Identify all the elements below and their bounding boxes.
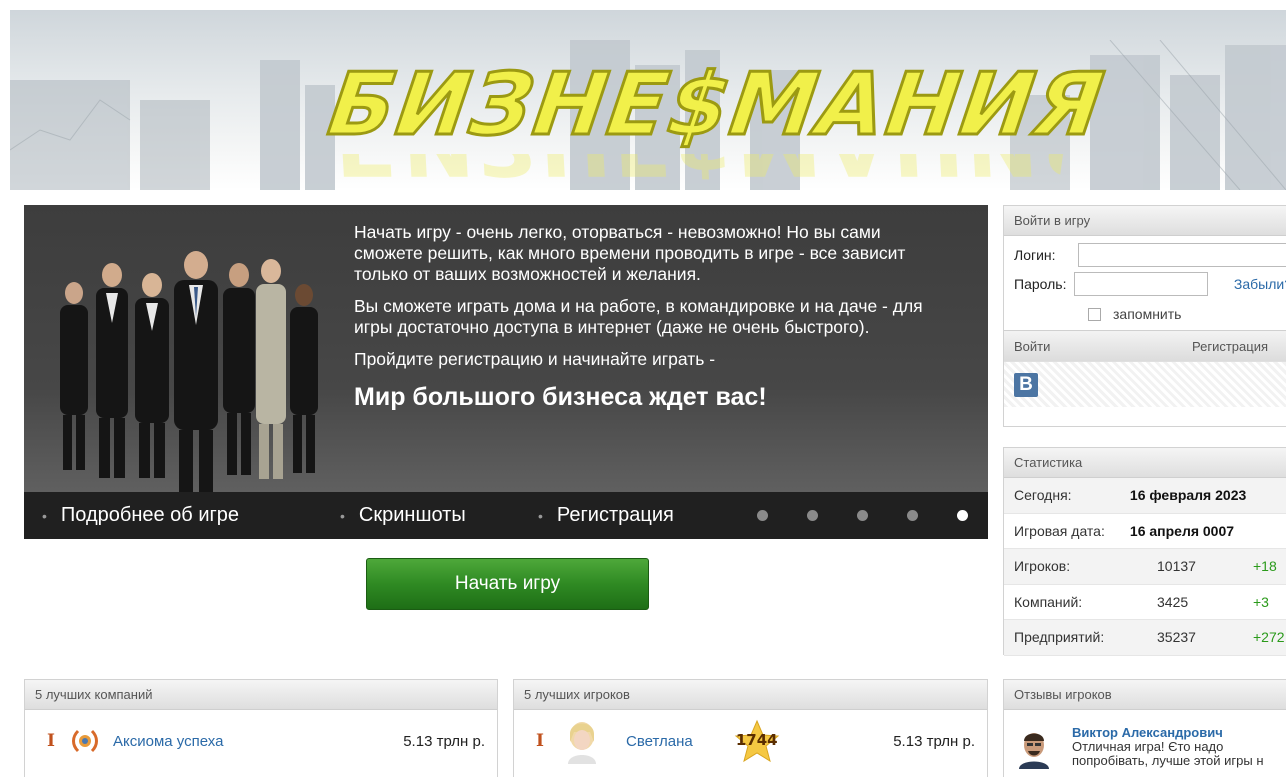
login-panel-title: Войти в игру bbox=[1004, 206, 1286, 236]
top-companies-title: 5 лучших компаний bbox=[25, 680, 497, 710]
login-actions: Войти Регистрация bbox=[1004, 330, 1286, 361]
social-login-bar: B bbox=[1004, 361, 1286, 407]
nav-about-game[interactable]: • Подробнее об игре bbox=[42, 504, 318, 527]
stat-value: 35237 bbox=[1157, 629, 1196, 646]
stat-label: Компаний: bbox=[1014, 593, 1083, 610]
stat-value: 10137 bbox=[1157, 558, 1196, 575]
review-text: Отличная игра! Єто надо попробівать, луч… bbox=[1072, 739, 1264, 768]
rank-badge: I bbox=[47, 731, 55, 751]
logo-reflection: БИЗНЕ$МАНИЯ bbox=[327, 154, 1063, 190]
stat-value: 16 апреля 0007 bbox=[1129, 522, 1235, 539]
list-item: I Аксиома успеха 5.13 трлн р. bbox=[25, 710, 497, 772]
remember-checkbox[interactable] bbox=[1088, 307, 1101, 321]
bullet-icon: • bbox=[42, 507, 47, 524]
promo-paragraph-1: Начать игру - очень легко, оторваться - … bbox=[354, 222, 906, 284]
site-header: БИЗНЕ$МАНИЯ БИЗНЕ$МАНИЯ bbox=[10, 10, 1286, 190]
reviewer-avatar bbox=[1019, 733, 1049, 769]
password-input[interactable] bbox=[1074, 271, 1208, 296]
promo-paragraph-3: Пройдите регистрацию и начинайте играть … bbox=[354, 349, 716, 369]
slide-dot-5[interactable] bbox=[957, 510, 968, 521]
slide-dot-4[interactable] bbox=[907, 510, 918, 521]
slide-dot-2[interactable] bbox=[807, 510, 818, 521]
stat-value: 16 февраля 2023 bbox=[1129, 487, 1247, 504]
top-players-title: 5 лучших игроков bbox=[514, 680, 987, 710]
login-row: Логин: bbox=[1004, 240, 1286, 269]
nav-screenshots[interactable]: • Скриншоты bbox=[340, 504, 516, 527]
nav-screenshots-label: Скриншоты bbox=[358, 504, 466, 526]
remember-label: запомнить bbox=[1113, 306, 1182, 322]
bullet-icon: • bbox=[340, 507, 345, 524]
stat-value: 3425 bbox=[1157, 593, 1189, 610]
bullet-icon: • bbox=[538, 507, 543, 524]
nav-registration-label: Регистрация bbox=[556, 504, 674, 526]
list-item: I Светлана 1744 5.13 трлн р. bbox=[514, 710, 987, 772]
review-body: Виктор Александрович Отличная игра! Єто … bbox=[1072, 726, 1272, 769]
password-row: Пароль: Забыли? bbox=[1004, 269, 1286, 298]
promo-banner: Начать игру - очень легко, оторваться - … bbox=[24, 205, 988, 539]
reviewer-name[interactable]: Виктор Александрович bbox=[1072, 726, 1272, 740]
company-value: 5.13 трлн р. bbox=[403, 732, 485, 750]
reviews-panel: Отзывы игроков Виктор Александрович Отли… bbox=[1003, 679, 1286, 777]
password-label: Пароль: bbox=[1014, 275, 1067, 292]
review-item: Виктор Александрович Отличная игра! Єто … bbox=[1004, 710, 1286, 769]
vk-icon[interactable]: B bbox=[1014, 372, 1038, 397]
player-value: 5.13 трлн р. bbox=[893, 732, 975, 750]
stats-row-enterprises: Предприятий: 35237 +272 bbox=[1004, 620, 1286, 656]
player-link[interactable]: Светлана bbox=[626, 733, 693, 750]
nav-about-label: Подробнее об игре bbox=[60, 504, 240, 526]
stat-delta: +272 bbox=[1253, 629, 1285, 646]
rank-badge: I bbox=[536, 731, 544, 751]
logo-text: БИЗНЕ$МАНИЯ bbox=[321, 54, 1112, 157]
login-submit-button[interactable]: Войти bbox=[1014, 339, 1050, 354]
nav-registration[interactable]: • Регистрация bbox=[538, 504, 674, 527]
stats-table: Сегодня: 16 февраля 2023 Игровая дата: 1… bbox=[1004, 478, 1286, 656]
stats-panel-title: Статистика bbox=[1004, 448, 1286, 478]
player-avatar[interactable] bbox=[562, 718, 602, 764]
stats-row-companies: Компаний: 3425 +3 bbox=[1004, 585, 1286, 620]
star-level-icon: 1744 bbox=[733, 719, 781, 763]
login-label: Логин: bbox=[1014, 246, 1056, 263]
top-companies-panel: 5 лучших компаний I Аксиома успеха 5.13 … bbox=[24, 679, 498, 777]
company-logo-icon bbox=[72, 729, 98, 753]
stat-delta: +18 bbox=[1253, 558, 1277, 575]
login-input[interactable] bbox=[1078, 242, 1286, 267]
promo-text: Начать игру - очень легко, оторваться - … bbox=[354, 222, 954, 413]
stats-row-today: Сегодня: 16 февраля 2023 bbox=[1004, 478, 1286, 514]
forgot-password-link[interactable]: Забыли? bbox=[1234, 276, 1286, 292]
stats-panel: Статистика Сегодня: 16 февраля 2023 Игро… bbox=[1003, 447, 1286, 656]
login-panel: Войти в игру Логин: Пароль: Забыли? запо… bbox=[1003, 205, 1286, 427]
stat-label: Игровая дата: bbox=[1014, 522, 1105, 539]
company-link[interactable]: Аксиома успеха bbox=[113, 733, 223, 750]
top-players-panel: 5 лучших игроков I Светлана 1744 5.13 тр… bbox=[513, 679, 988, 777]
slide-dot-3[interactable] bbox=[857, 510, 868, 521]
stat-delta: +3 bbox=[1253, 593, 1269, 610]
promo-paragraph-2: Вы сможете играть дома и на работе, в ко… bbox=[354, 296, 923, 337]
business-people-image bbox=[60, 251, 318, 492]
stat-label: Предприятий: bbox=[1014, 629, 1105, 646]
promo-nav: • Подробнее об игре • Скриншоты • Регистрац… bbox=[24, 492, 988, 539]
stat-label: Игроков: bbox=[1014, 558, 1071, 575]
stat-label: Сегодня: bbox=[1014, 487, 1072, 504]
reviews-title: Отзывы игроков bbox=[1004, 680, 1286, 710]
promo-headline: Мир большого бизнеса ждет вас! bbox=[354, 383, 767, 411]
stats-row-game-date: Игровая дата: 16 апреля 0007 bbox=[1004, 514, 1286, 549]
logo[interactable]: БИЗНЕ$МАНИЯ БИЗНЕ$МАНИЯ bbox=[321, 50, 1112, 191]
remember-row: запомнить bbox=[1004, 298, 1286, 330]
register-link[interactable]: Регистрация bbox=[1192, 339, 1286, 354]
slider-dots bbox=[718, 510, 968, 521]
stats-row-players: Игроков: 10137 +18 bbox=[1004, 549, 1286, 585]
slide-dot-1[interactable] bbox=[757, 510, 768, 521]
start-game-button[interactable]: Начать игру bbox=[366, 558, 649, 610]
player-level: 1744 bbox=[735, 731, 778, 749]
